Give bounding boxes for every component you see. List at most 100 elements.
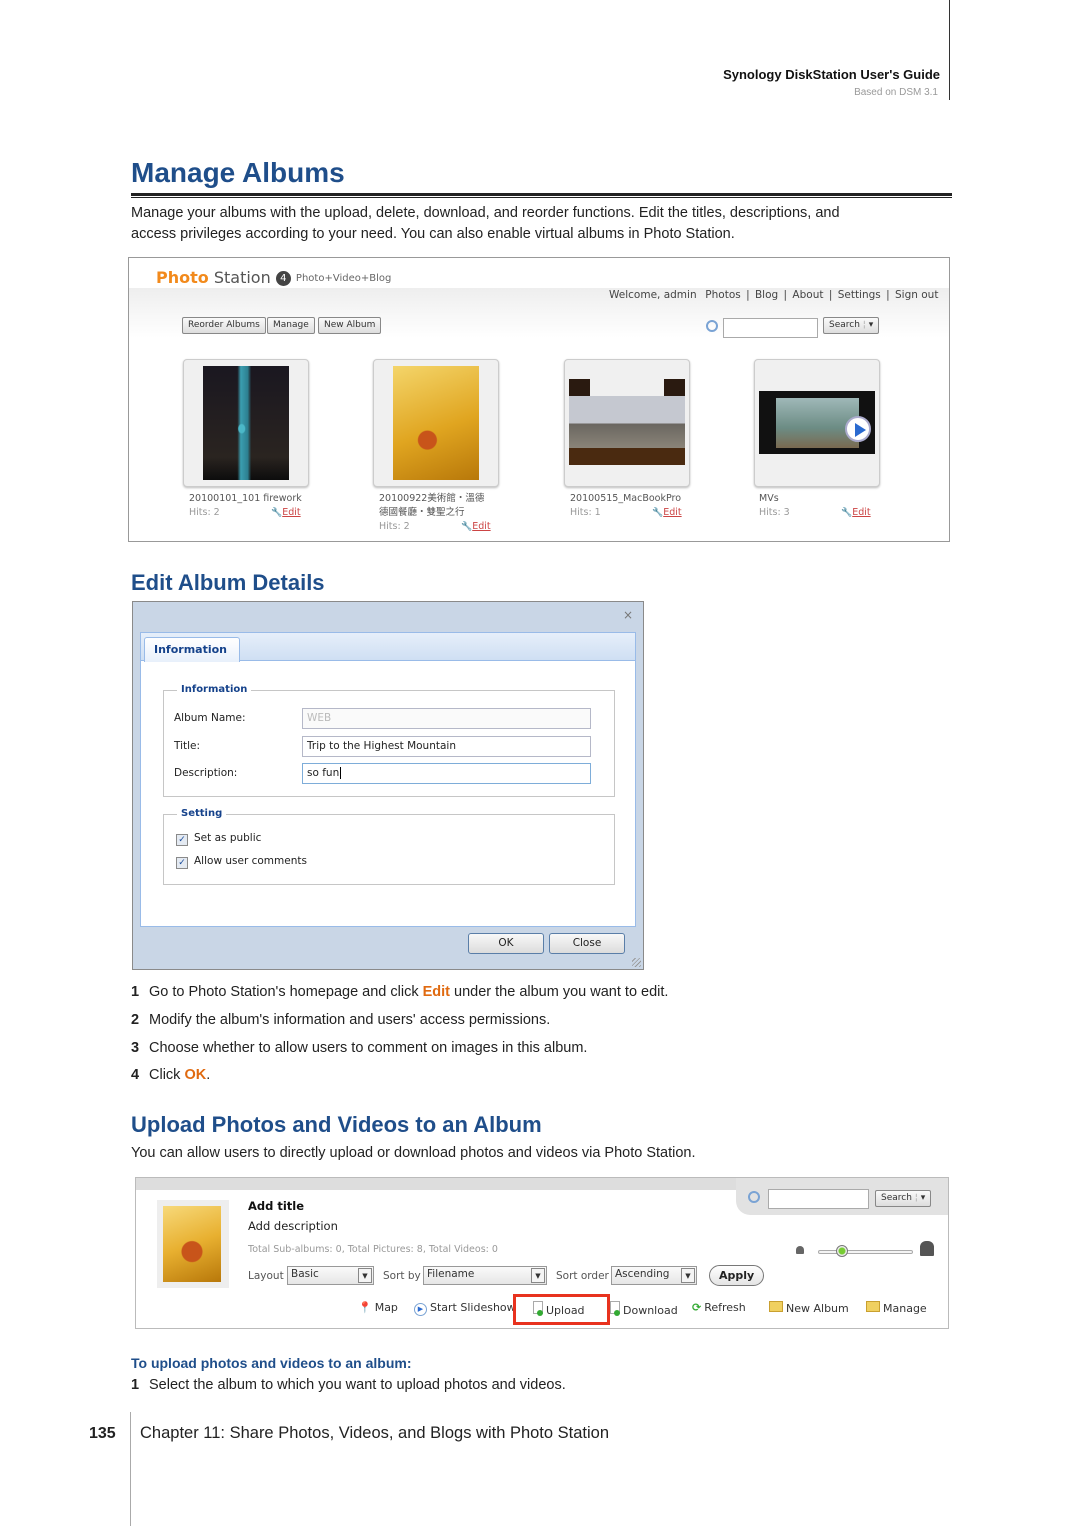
setting-fieldset: Setting ✓ Set as public ✓ Allow user com… — [163, 808, 615, 885]
album-hits: Hits: 2 — [189, 507, 220, 518]
search-input[interactable] — [768, 1189, 869, 1209]
nav-separator: | — [828, 289, 833, 301]
chevron-down-icon: ▼ — [531, 1268, 545, 1283]
search-button-label: Search — [881, 1193, 912, 1203]
nav-blog[interactable]: Blog — [755, 289, 778, 301]
album-cover-firework — [203, 366, 289, 480]
album-name[interactable]: 20100101_101 firework — [189, 492, 314, 506]
section-title: Manage Albums — [131, 157, 345, 188]
set-public-label: Set as public — [194, 832, 262, 844]
album-cover-image — [163, 1206, 221, 1282]
album-name-label: Album Name: — [174, 712, 246, 724]
album-cover — [157, 1200, 229, 1288]
album-edit-link[interactable]: Edit — [852, 507, 870, 518]
album-cover-macbook — [569, 379, 685, 465]
album-name[interactable]: 20100922美術館・溫德 — [379, 492, 504, 506]
add-title[interactable]: Add title — [248, 1199, 304, 1213]
edit-album-dialog: × Information Information Album Name: WE… — [132, 601, 644, 970]
small-thumbnail-icon[interactable] — [796, 1246, 804, 1254]
photo-station-screenshot: Photo Station 4 Photo+Video+Blog Welcome… — [128, 257, 950, 542]
map-pin-icon: 📍 — [358, 1301, 372, 1314]
album-cover-video — [759, 391, 875, 454]
step-number: 2 — [131, 1012, 140, 1028]
procedure-title: To upload photos and videos to an album: — [131, 1355, 412, 1371]
chevron-down-icon: ▼ — [681, 1268, 695, 1283]
manage-action[interactable]: Manage — [866, 1301, 927, 1315]
manage-label: Manage — [883, 1302, 927, 1315]
layout-value: Basic — [291, 1268, 319, 1280]
sort-by-select[interactable]: Filename ▼ — [423, 1266, 547, 1285]
album-thumbnail[interactable] — [564, 359, 690, 487]
information-legend: Information — [177, 684, 252, 695]
allow-comments-label: Allow user comments — [194, 855, 307, 867]
download-action[interactable]: Download — [610, 1301, 678, 1317]
refresh-action[interactable]: ⟳ Refresh — [692, 1301, 746, 1314]
logo-version-badge: 4 — [275, 271, 291, 286]
resize-grip[interactable] — [632, 958, 641, 967]
nav-about[interactable]: About — [792, 289, 823, 301]
add-description[interactable]: Add description — [248, 1219, 338, 1233]
slider-handle[interactable] — [836, 1245, 848, 1257]
search-dropdown-icon[interactable]: ▾ — [921, 1193, 926, 1203]
search-input[interactable] — [723, 318, 818, 338]
album-edit-link[interactable]: Edit — [282, 507, 300, 518]
folder-icon — [866, 1301, 880, 1312]
allow-comments-checkbox[interactable]: ✓ — [176, 857, 188, 869]
logo-word-station: Station — [213, 268, 271, 287]
tab-bar: Information — [141, 633, 635, 662]
section-intro-line-2: access privileges according to your need… — [131, 226, 735, 242]
slideshow-label: Start Slideshow — [430, 1301, 516, 1314]
manage-button[interactable]: Manage — [267, 317, 315, 334]
album-thumbnail[interactable] — [373, 359, 499, 487]
album-thumbnail[interactable] — [183, 359, 309, 487]
map-action[interactable]: 📍 Map — [358, 1301, 398, 1314]
title-field[interactable]: Trip to the Highest Mountain — [302, 736, 591, 757]
search-icon — [706, 320, 718, 332]
search-dropdown-icon[interactable]: ▾ — [869, 320, 874, 330]
layout-select[interactable]: Basic ▼ — [287, 1266, 374, 1285]
set-public-checkbox[interactable]: ✓ — [176, 834, 188, 846]
search-button-label: Search — [829, 320, 860, 330]
footer-rule — [130, 1412, 131, 1526]
chapter-title: Chapter 11: Share Photos, Videos, and Bl… — [140, 1424, 610, 1442]
album-thumbnail[interactable] — [754, 359, 880, 487]
tab-information[interactable]: Information — [144, 637, 240, 662]
album-name-line-2[interactable]: 德國餐廳・雙聖之行 — [379, 506, 504, 520]
logo-word-photo: Photo — [156, 268, 209, 287]
header-rule — [949, 0, 950, 100]
description-value: so fun — [307, 767, 340, 779]
step-number: 1 — [131, 1377, 140, 1393]
slideshow-action[interactable]: ▶ Start Slideshow — [414, 1301, 516, 1316]
ok-button[interactable]: OK — [468, 933, 544, 954]
album-edit-link[interactable]: Edit — [663, 507, 681, 518]
album-name[interactable]: MVs — [759, 492, 884, 506]
wrench-icon: 🔧 — [271, 508, 283, 518]
dialog-body: Information Information Album Name: WEB … — [140, 632, 636, 927]
reorder-albums-button[interactable]: Reorder Albums — [182, 317, 266, 334]
welcome-text: Welcome, admin — [609, 289, 697, 301]
refresh-icon: ⟳ — [692, 1301, 702, 1314]
nav-settings[interactable]: Settings — [838, 289, 881, 301]
play-icon[interactable] — [845, 416, 871, 442]
nav-sign-out[interactable]: Sign out — [895, 289, 938, 301]
information-fieldset: Information Album Name: WEB Title: Trip … — [163, 684, 615, 797]
search-button[interactable]: Search ¦ ▾ — [823, 317, 880, 334]
description-label: Description: — [174, 767, 238, 779]
close-button[interactable]: Close — [549, 933, 625, 954]
thumbnail-size-slider[interactable] — [818, 1250, 913, 1254]
album-name-field[interactable]: WEB — [302, 708, 591, 729]
new-album-action[interactable]: New Album — [769, 1301, 849, 1315]
new-album-button[interactable]: New Album — [318, 317, 382, 334]
sort-order-select[interactable]: Ascending ▼ — [611, 1266, 697, 1285]
album-edit-link[interactable]: Edit — [472, 521, 490, 532]
album-name[interactable]: 20100515_MacBookPro — [570, 492, 695, 506]
nav-photos[interactable]: Photos — [705, 289, 740, 301]
step-number: 3 — [131, 1040, 140, 1056]
apply-button[interactable]: Apply — [709, 1265, 765, 1286]
search-button[interactable]: Search ¦ ▾ — [875, 1190, 932, 1207]
large-thumbnail-icon[interactable] — [920, 1241, 934, 1256]
wrench-icon: 🔧 — [652, 508, 664, 518]
description-field[interactable]: so fun — [302, 763, 591, 784]
close-icon[interactable]: × — [623, 608, 633, 622]
download-icon — [610, 1301, 620, 1316]
